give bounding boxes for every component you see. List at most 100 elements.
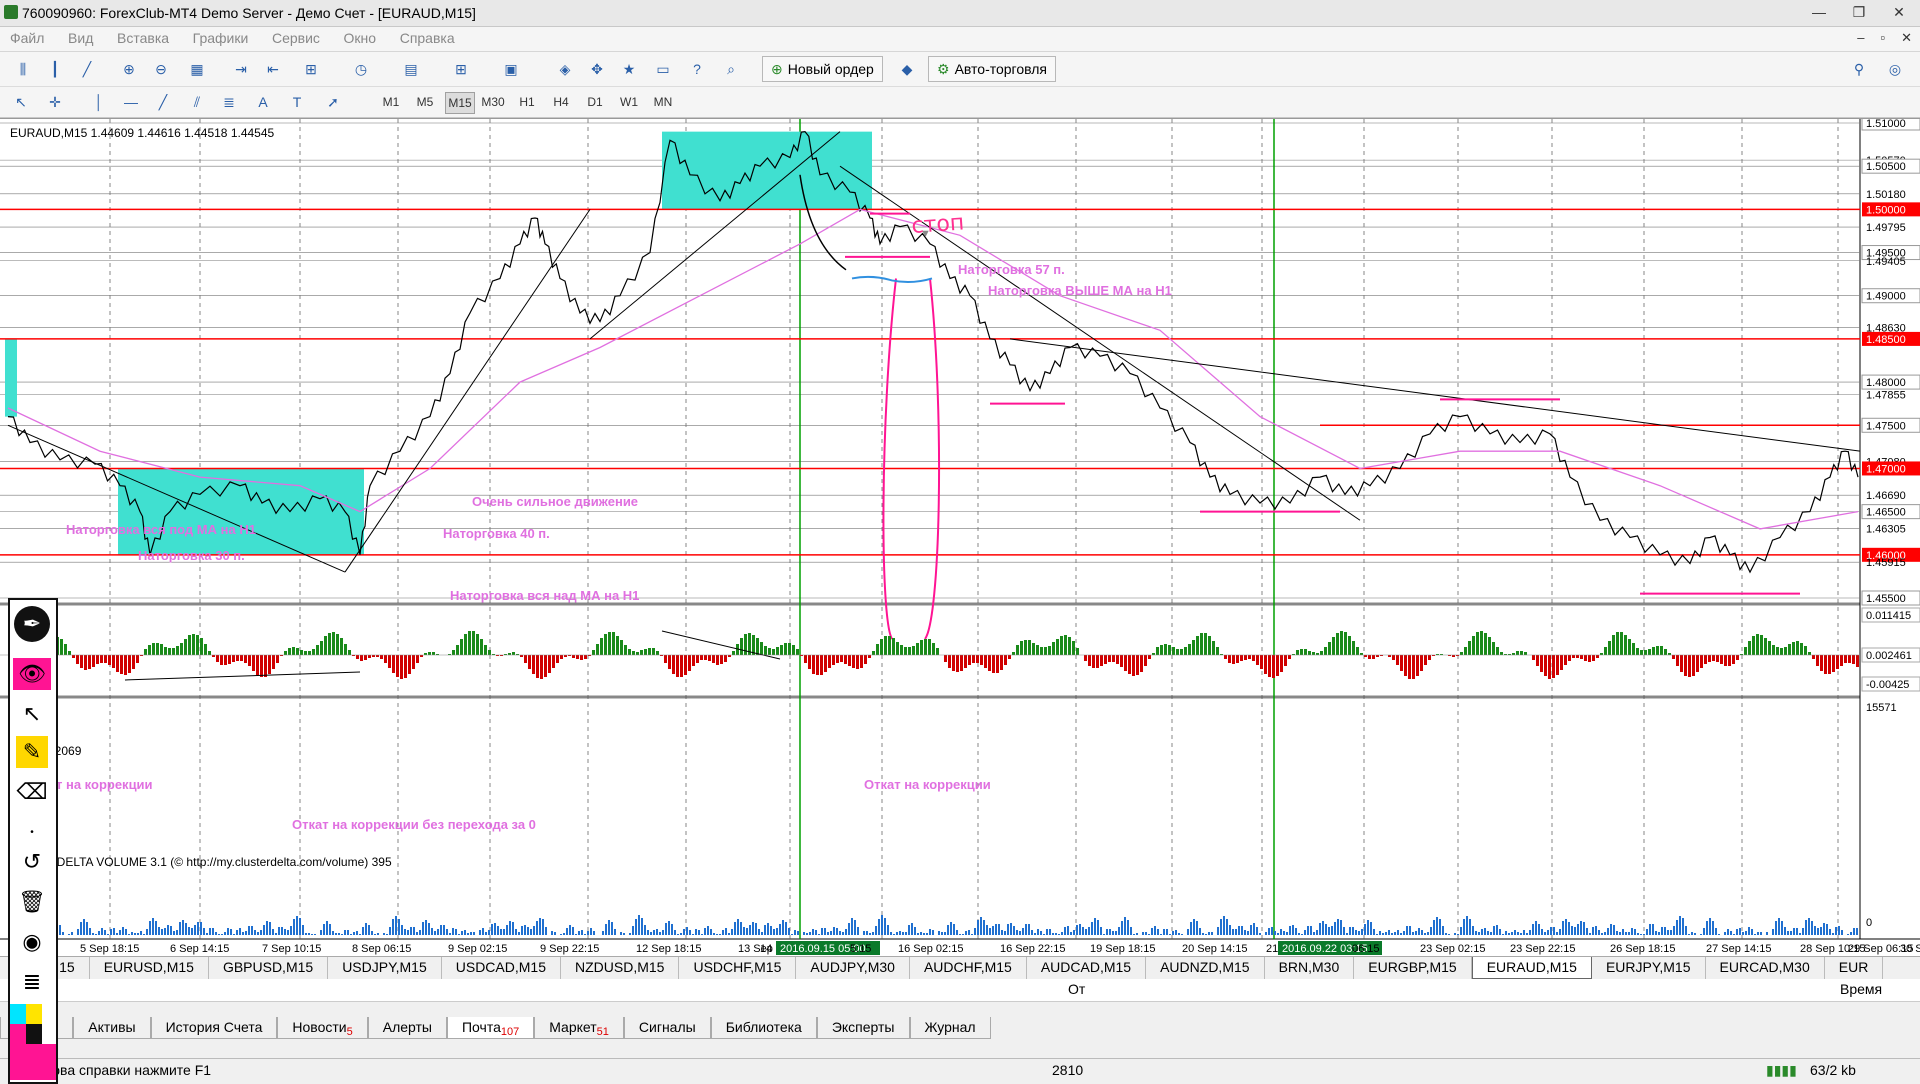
menu-tools[interactable]: Сервис xyxy=(262,27,330,49)
color-selected[interactable] xyxy=(10,1044,56,1080)
symbol-tab[interactable]: AUDCAD,M15 xyxy=(1027,957,1147,979)
notes-icon[interactable]: ≣ xyxy=(16,966,48,998)
tf-m30[interactable]: M30 xyxy=(479,92,507,112)
undo-icon[interactable]: ↺ xyxy=(16,846,48,878)
price-chart[interactable]: 0.011415 0.002461 -0.00425 15571 0 1.51000 1… xyxy=(0,119,1920,957)
menu-help[interactable]: Справка xyxy=(390,27,465,49)
terminal-tab[interactable]: Библиотека xyxy=(710,1017,817,1039)
terminal-tab[interactable]: История Счета xyxy=(150,1017,278,1039)
candle-chart-icon[interactable]: ┃ xyxy=(44,58,66,80)
search-icon[interactable]: ⚲ xyxy=(1848,58,1870,80)
symbol-tab[interactable]: EURCAD,M30 xyxy=(1706,957,1825,979)
pointer-icon[interactable]: ↖ xyxy=(16,698,48,730)
help-icon[interactable]: ? xyxy=(686,58,708,80)
terminal-tab[interactable]: Новости5 xyxy=(277,1017,368,1039)
horizontal-line-icon[interactable]: — xyxy=(120,91,142,113)
chart-shift-icon[interactable]: ⇤ xyxy=(262,58,284,80)
terminal-col-time[interactable]: Время xyxy=(1840,981,1882,997)
symbol-tab[interactable]: AUDJPY,M30 xyxy=(796,957,910,979)
channel-icon[interactable]: ⫽ xyxy=(186,91,208,113)
menu-charts[interactable]: Графики xyxy=(183,27,259,49)
trash-icon[interactable]: 🗑 xyxy=(16,886,48,918)
symbol-tab[interactable]: AUDNZD,M15 xyxy=(1146,957,1265,979)
terminal-col-from[interactable]: От xyxy=(1068,981,1085,997)
mdi-minimize-icon[interactable]: – xyxy=(1857,30,1864,46)
periods-icon[interactable]: ◷ xyxy=(350,58,372,80)
tf-d1[interactable]: D1 xyxy=(581,92,609,112)
minimize-icon[interactable]: — xyxy=(1808,3,1830,21)
terminal-tab[interactable]: Маркет51 xyxy=(534,1017,624,1039)
tf-m5[interactable]: M5 xyxy=(411,92,439,112)
terminal-tab[interactable]: Журнал xyxy=(909,1017,991,1039)
new-order-button[interactable]: ⊕ Новый ордер xyxy=(762,56,883,82)
terminal-tab[interactable]: Сигналы xyxy=(623,1017,711,1039)
tf-m15[interactable]: M15 xyxy=(445,92,475,114)
symbol-tab[interactable]: EURGBP,M15 xyxy=(1354,957,1472,979)
zoom-in-icon[interactable]: ⊕ xyxy=(118,58,140,80)
symbol-tab[interactable]: EURJPY,M15 xyxy=(1592,957,1706,979)
menu-window[interactable]: Окно xyxy=(334,27,387,49)
menu-view[interactable]: Вид xyxy=(58,27,103,49)
symbol-tab[interactable]: BRN,M30 xyxy=(1265,957,1355,979)
eye-icon[interactable]: 👁 xyxy=(13,658,51,690)
terminal-tab[interactable]: Эксперты xyxy=(816,1017,910,1039)
metaeditor-icon[interactable]: ◆ xyxy=(896,58,918,80)
symbol-tab[interactable]: NZDUSD,M15 xyxy=(561,957,680,979)
terminal-tab[interactable]: Почта107 xyxy=(446,1017,535,1039)
dot-icon[interactable]: • xyxy=(16,816,48,848)
crosshair-icon[interactable]: ✥ xyxy=(586,58,608,80)
line-chart-icon[interactable]: ╱ xyxy=(76,58,98,80)
symbol-tab[interactable]: USDCAD,M15 xyxy=(442,957,561,979)
restore-icon[interactable]: ❐ xyxy=(1848,3,1870,21)
vertical-line-icon[interactable]: │ xyxy=(88,91,110,113)
tf-h4[interactable]: H4 xyxy=(547,92,575,112)
terminal-tab[interactable]: Активы xyxy=(73,1017,151,1039)
eraser-icon[interactable]: ⌫ xyxy=(16,776,48,808)
community-icon[interactable]: ◎ xyxy=(1884,58,1906,80)
zoom-out-icon[interactable]: ⊖ xyxy=(150,58,172,80)
terminal-tab[interactable]: Алерты xyxy=(367,1017,447,1039)
pencil-icon[interactable]: ✎ xyxy=(16,736,48,768)
auto-trading-button[interactable]: ⚙ Авто-торговля xyxy=(928,56,1057,82)
tf-mn[interactable]: MN xyxy=(649,92,677,112)
symbol-tab[interactable]: USDJPY,M15 xyxy=(328,957,442,979)
profiles-icon[interactable]: ▣ xyxy=(500,58,522,80)
terminal-icon[interactable]: ▭ xyxy=(652,58,674,80)
close-icon[interactable]: ✕ xyxy=(1888,3,1910,21)
color-yellow[interactable] xyxy=(26,1004,42,1024)
color-black[interactable] xyxy=(26,1024,42,1044)
tf-m1[interactable]: M1 xyxy=(377,92,405,112)
symbol-tab[interactable]: GBPUSD,M15 xyxy=(209,957,329,979)
crosshair-tool-icon[interactable]: ✛ xyxy=(44,91,66,113)
scroll-chart-icon[interactable]: ⇥ xyxy=(230,58,252,80)
new-chart-icon[interactable]: ⊞ xyxy=(450,58,472,80)
arrows-icon[interactable]: ➚ xyxy=(322,91,344,113)
navigator-icon[interactable]: ◈ xyxy=(554,58,576,80)
camera-icon[interactable]: ◉ xyxy=(16,926,48,958)
indicators-icon[interactable]: ⊞ xyxy=(300,58,322,80)
menu-insert[interactable]: Вставка xyxy=(107,27,179,49)
tf-w1[interactable]: W1 xyxy=(615,92,643,112)
mdi-close-icon[interactable]: ✕ xyxy=(1901,30,1912,46)
symbol-tab[interactable]: EUR xyxy=(1825,957,1884,979)
cursor-icon[interactable]: ↖ xyxy=(10,91,32,113)
symbol-tab[interactable]: EURAUD,M15 xyxy=(1471,957,1592,979)
symbol-tab[interactable]: EURUSD,M15 xyxy=(90,957,209,979)
bar-chart-icon[interactable]: ⫼ xyxy=(12,58,34,80)
menu-file[interactable]: Файл xyxy=(0,27,54,49)
templates-icon[interactable]: ▤ xyxy=(400,58,422,80)
tile-windows-icon[interactable]: ▦ xyxy=(186,58,208,80)
favorites-icon[interactable]: ★ xyxy=(618,58,640,80)
tf-h1[interactable]: H1 xyxy=(513,92,541,112)
color-cyan[interactable] xyxy=(10,1004,26,1024)
fibonacci-icon[interactable]: ≣ xyxy=(218,91,240,113)
text-icon[interactable]: A xyxy=(252,91,274,113)
trendline-icon[interactable]: ╱ xyxy=(152,91,174,113)
chart-window[interactable]: 0.011415 0.002461 -0.00425 15571 0 1.51000 1… xyxy=(0,118,1920,957)
text-label-icon[interactable]: T xyxy=(286,91,308,113)
symbol-tab[interactable]: AUDCHF,M15 xyxy=(910,957,1027,979)
symbol-tab[interactable]: USDCHF,M15 xyxy=(679,957,797,979)
mdi-restore-icon[interactable]: ▫ xyxy=(1880,30,1885,46)
tester-icon[interactable]: ⌕ xyxy=(720,58,742,80)
color-magenta[interactable] xyxy=(10,1024,26,1044)
